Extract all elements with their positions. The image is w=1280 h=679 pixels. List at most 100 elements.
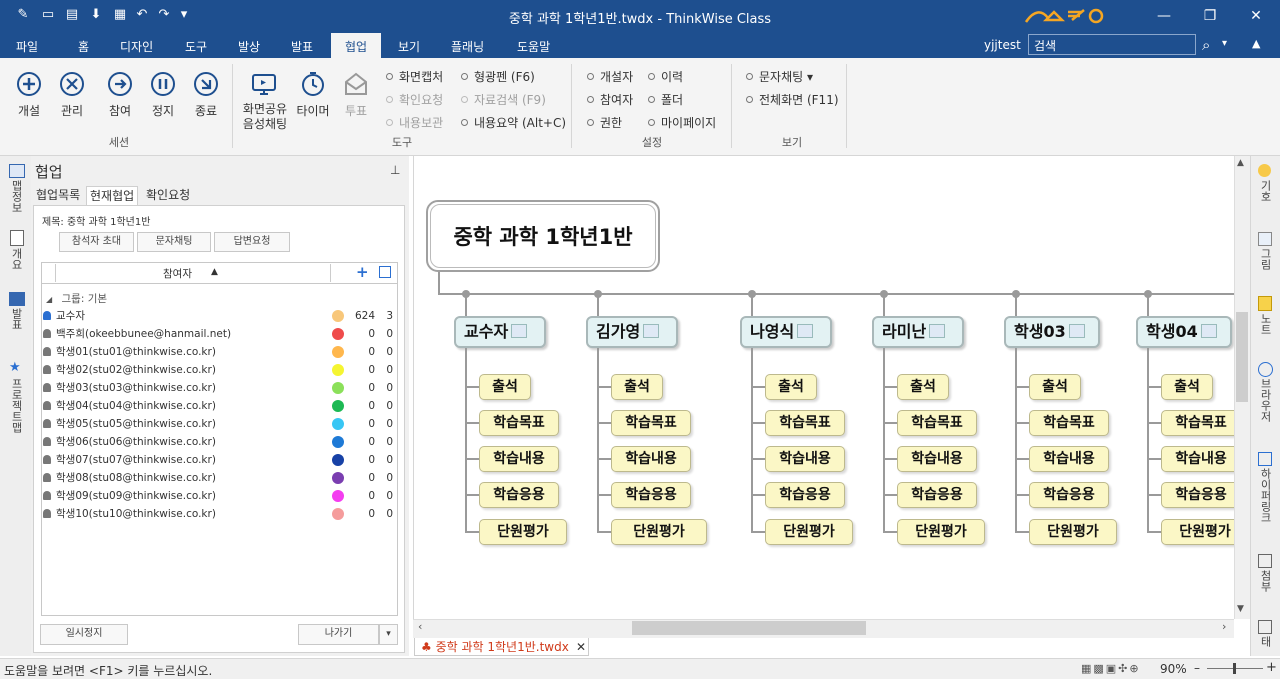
menu-tools[interactable]: 도구 bbox=[185, 38, 207, 55]
attachment-icon[interactable] bbox=[1258, 554, 1272, 568]
topic-node[interactable]: 학습목표 bbox=[479, 410, 559, 436]
tab-presentation[interactable]: 발표 bbox=[8, 308, 24, 330]
search-dropdown-icon[interactable]: ▾ bbox=[1222, 38, 1227, 49]
close-button[interactable]: ✕ bbox=[1236, 4, 1276, 28]
outline-icon[interactable] bbox=[10, 230, 24, 246]
pause-session-label[interactable]: 정지 bbox=[141, 102, 185, 119]
edit-participant-icon[interactable] bbox=[379, 266, 391, 278]
topic-node[interactable]: 학습목표 bbox=[1029, 410, 1109, 436]
participant-row[interactable]: 교수자 624 3 bbox=[43, 307, 395, 325]
scroll-left-icon[interactable]: ‹ bbox=[418, 620, 422, 633]
topic-node[interactable]: 출석 bbox=[897, 374, 949, 400]
menu-ideation[interactable]: 발상 bbox=[238, 38, 260, 55]
highlighter-item[interactable]: 형광펜 (F6) bbox=[461, 68, 535, 85]
image-icon[interactable] bbox=[1258, 232, 1272, 246]
fullscreen-item[interactable]: 전체화면 (F11) bbox=[746, 91, 839, 108]
memo-icon[interactable] bbox=[1200, 323, 1217, 338]
pause-session-icon[interactable] bbox=[149, 70, 177, 98]
branch-node[interactable]: 학생04 bbox=[1136, 316, 1232, 348]
menu-presentation[interactable]: 발표 bbox=[291, 38, 313, 55]
confirm-request-item[interactable]: 확인요청 bbox=[386, 91, 443, 108]
close-tab-icon[interactable]: ✕ bbox=[576, 638, 586, 656]
participant-row[interactable]: 학생04(stu04@thinkwise.co.kr) 0 0 bbox=[43, 397, 395, 415]
view-mode-icons[interactable]: ▦▩▣✣⊕ bbox=[1081, 662, 1141, 675]
branch-node[interactable]: 나영식 bbox=[740, 316, 832, 348]
timer-label[interactable]: 타이머 bbox=[291, 102, 335, 119]
answer-request-button[interactable]: 답변요청 bbox=[214, 232, 290, 252]
zoom-out-icon[interactable]: – bbox=[1194, 661, 1200, 675]
text-chat-item[interactable]: 문자채팅 ▾ bbox=[746, 68, 813, 85]
project-map-star-icon[interactable]: ★ bbox=[9, 360, 21, 375]
participant-row[interactable]: 학생08(stu08@thinkwise.co.kr) 0 0 bbox=[43, 469, 395, 487]
topic-node[interactable]: 단원평가 bbox=[897, 519, 985, 545]
mindmap-canvas[interactable]: 중학 과학 1학년1반 교수자 출석 학습목표 학습내용 학습응용 단원평가 김가영 출석 학습… bbox=[413, 156, 1235, 637]
root-node[interactable]: 중학 과학 1학년1반 bbox=[426, 200, 660, 272]
menu-help[interactable]: 도움말 bbox=[517, 38, 550, 55]
scroll-down-icon[interactable]: ▼ bbox=[1237, 604, 1244, 614]
tab-browser[interactable]: 브라우저 bbox=[1257, 378, 1273, 422]
participant-row[interactable]: 백주희(okeebbunee@hanmail.net) 0 0 bbox=[43, 325, 395, 343]
resource-search-item[interactable]: 자료검색 (F9) bbox=[461, 91, 546, 108]
text-chat-button[interactable]: 문자채팅 bbox=[137, 232, 211, 252]
participant-row[interactable]: 학생01(stu01@thinkwise.co.kr) 0 0 bbox=[43, 343, 395, 361]
menu-design[interactable]: 디자인 bbox=[120, 38, 153, 55]
tab-project-map[interactable]: 프로젝트맵 bbox=[8, 378, 24, 433]
manage-session-label[interactable]: 관리 bbox=[50, 102, 94, 119]
topic-node[interactable]: 출석 bbox=[611, 374, 663, 400]
tab-outline[interactable]: 개요 bbox=[8, 248, 24, 270]
zoom-in-icon[interactable]: + bbox=[1266, 660, 1277, 675]
topic-node[interactable]: 출석 bbox=[765, 374, 817, 400]
symbol-icon[interactable] bbox=[1258, 164, 1271, 177]
tab-task[interactable]: 태스 bbox=[1257, 636, 1273, 654]
topic-node[interactable]: 학습응용 bbox=[611, 482, 691, 508]
participant-row[interactable]: 학생10(stu10@thinkwise.co.kr) 0 0 bbox=[43, 505, 395, 523]
menu-view[interactable]: 보기 bbox=[398, 38, 420, 55]
branch-node[interactable]: 교수자 bbox=[454, 316, 546, 348]
topic-node[interactable]: 학습응용 bbox=[897, 482, 977, 508]
vote-label[interactable]: 투표 bbox=[334, 102, 378, 119]
tab-image[interactable]: 그림 bbox=[1257, 248, 1273, 270]
pause-button[interactable]: 일시정지 bbox=[40, 624, 128, 645]
participant-row[interactable]: 학생05(stu05@thinkwise.co.kr) 0 0 bbox=[43, 415, 395, 433]
sort-ascending-icon[interactable]: ▲ bbox=[211, 267, 218, 277]
tab-map-info[interactable]: 맵정보 bbox=[8, 180, 24, 213]
topic-node[interactable]: 학습내용 bbox=[479, 446, 559, 472]
browser-icon[interactable] bbox=[1258, 362, 1273, 377]
memo-icon[interactable] bbox=[643, 323, 660, 338]
screen-share-icon[interactable] bbox=[250, 70, 278, 98]
memo-icon[interactable] bbox=[797, 323, 814, 338]
participant-row[interactable]: 학생06(stu06@thinkwise.co.kr) 0 0 bbox=[43, 433, 395, 451]
invite-participant-button[interactable]: 참석자 초대 bbox=[59, 232, 134, 252]
participant-row[interactable]: 학생07(stu07@thinkwise.co.kr) 0 0 bbox=[43, 451, 395, 469]
participant-row[interactable]: 학생03(stu03@thinkwise.co.kr) 0 0 bbox=[43, 379, 395, 397]
zoom-slider-thumb[interactable] bbox=[1233, 663, 1236, 674]
topic-node[interactable]: 학습응용 bbox=[765, 482, 845, 508]
content-archive-item[interactable]: 내용보관 bbox=[386, 114, 443, 131]
scroll-right-icon[interactable]: › bbox=[1222, 620, 1226, 633]
search-input[interactable]: 검색 bbox=[1028, 34, 1196, 55]
map-info-icon[interactable] bbox=[9, 164, 25, 178]
presentation-icon[interactable] bbox=[9, 292, 25, 306]
participant-row[interactable]: 학생09(stu09@thinkwise.co.kr) 0 0 bbox=[43, 487, 395, 505]
open-session-label[interactable]: 개설 bbox=[7, 102, 51, 119]
topic-node[interactable]: 학습내용 bbox=[1029, 446, 1109, 472]
menu-file[interactable]: 파일 bbox=[16, 38, 38, 55]
branch-node[interactable]: 라미난 bbox=[872, 316, 964, 348]
collapse-triangle-icon[interactable]: ◢ bbox=[46, 295, 52, 304]
pin-icon[interactable]: ⊥ bbox=[390, 163, 400, 177]
end-session-label[interactable]: 종료 bbox=[184, 102, 228, 119]
hyperlink-icon[interactable] bbox=[1258, 452, 1272, 466]
leave-button[interactable]: 나가기 bbox=[298, 624, 379, 645]
topic-node[interactable]: 학습목표 bbox=[611, 410, 691, 436]
participant-column-header[interactable]: 참여자 bbox=[163, 266, 192, 281]
vote-icon[interactable] bbox=[342, 70, 370, 98]
menu-planning[interactable]: 플래닝 bbox=[451, 38, 484, 55]
document-tab[interactable]: ♣ 중학 과학 1학년1반.twdx ✕ bbox=[414, 638, 589, 656]
restore-button[interactable]: ❐ bbox=[1190, 4, 1230, 28]
topic-node[interactable]: 학습내용 bbox=[611, 446, 691, 472]
tab-symbol[interactable]: 기호 bbox=[1257, 180, 1273, 202]
folder-item[interactable]: 폴더 bbox=[648, 91, 683, 108]
tab-current-collab[interactable]: 현재협업 bbox=[86, 186, 139, 205]
memo-icon[interactable] bbox=[511, 323, 528, 338]
history-item[interactable]: 이력 bbox=[648, 68, 683, 85]
